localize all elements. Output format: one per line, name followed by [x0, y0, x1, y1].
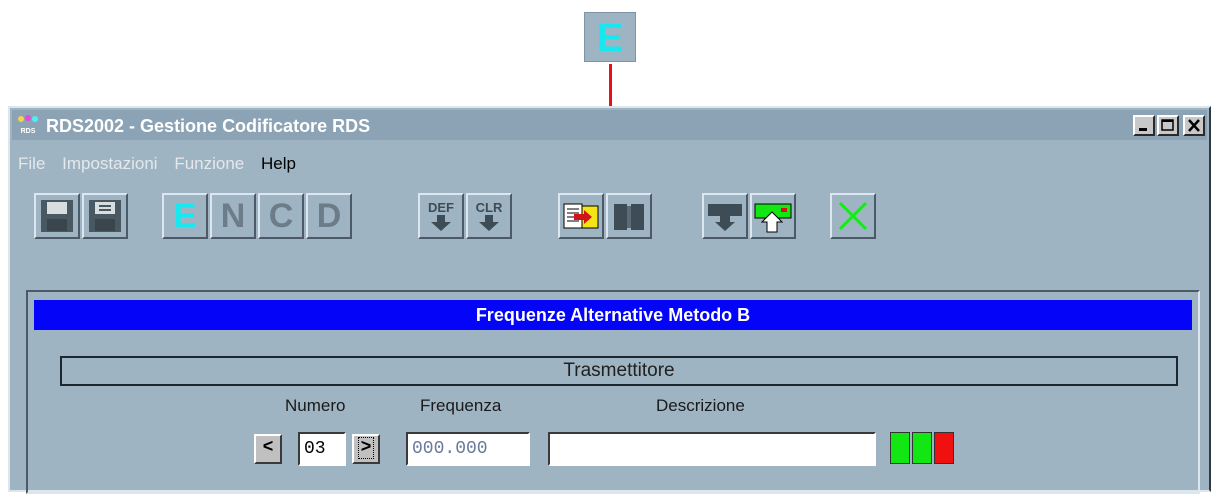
callout-letter-e: E: [596, 16, 624, 60]
mode-n-label: N: [220, 196, 246, 235]
clr-label: CLR: [475, 200, 503, 215]
exit-x-icon: [838, 201, 868, 231]
close-icon: [1188, 119, 1200, 132]
mode-e-label: E: [173, 196, 197, 235]
col-header-numero: Numero: [285, 396, 346, 415]
download-icon: [708, 204, 742, 231]
down-arrow-icon: [431, 215, 451, 231]
clr-button[interactable]: CLR: [466, 193, 512, 239]
import-data-icon: [563, 203, 599, 229]
mode-e-button[interactable]: E: [162, 193, 208, 239]
menu-funzione[interactable]: Funzione: [174, 154, 244, 173]
window-title: RDS2002 - Gestione Codificatore RDS: [46, 116, 371, 136]
save-button[interactable]: [34, 193, 80, 239]
app-window: RDS RDS2002 - Gestione Codificatore RDS …: [8, 106, 1211, 494]
trasmettitore-label: Trasmettitore: [60, 356, 1178, 386]
col-header-descrizione: Descrizione: [656, 396, 745, 415]
menu-help[interactable]: Help: [261, 154, 296, 173]
status-indicator-green-2: [912, 432, 932, 464]
next-number-button[interactable]: >: [352, 434, 380, 464]
svg-text:RDS: RDS: [21, 128, 36, 135]
upload-icon: [754, 203, 792, 233]
def-label: DEF: [428, 200, 454, 215]
toolbar: E N C D DEF CLR: [10, 188, 1210, 244]
prev-number-button[interactable]: <: [254, 434, 282, 464]
frequenze-panel: Frequenze Alternative Metodo B Trasmetti…: [26, 290, 1200, 494]
mode-c-button[interactable]: C: [258, 193, 304, 239]
floppy-disk-icon: [41, 200, 73, 232]
minimize-icon: [1139, 128, 1147, 131]
book-icon: [614, 204, 644, 230]
mode-n-button[interactable]: N: [210, 193, 256, 239]
save-as-button[interactable]: [82, 193, 128, 239]
mode-c-label: C: [268, 196, 294, 235]
menu-bar: File Impostazioni Funzione Help: [18, 154, 308, 174]
title-bar[interactable]: RDS RDS2002 - Gestione Codificatore RDS: [12, 110, 1207, 140]
mode-d-label: D: [316, 196, 342, 235]
def-button[interactable]: DEF: [418, 193, 464, 239]
next-label: >: [357, 437, 375, 459]
close-button[interactable]: [1183, 115, 1205, 136]
highlighted-e-button-callout: E: [584, 12, 636, 62]
import-button[interactable]: [558, 193, 604, 239]
upload-button[interactable]: [750, 193, 796, 239]
mode-d-button[interactable]: D: [306, 193, 352, 239]
maximize-button[interactable]: [1157, 115, 1179, 136]
down-arrow-icon: [479, 215, 499, 231]
exit-button[interactable]: [830, 193, 876, 239]
menu-impostazioni[interactable]: Impostazioni: [62, 154, 157, 173]
descrizione-field[interactable]: [548, 432, 876, 466]
panel-title: Frequenze Alternative Metodo B: [34, 300, 1192, 330]
prev-label: <: [262, 438, 274, 458]
book-button[interactable]: [606, 193, 652, 239]
status-indicator-green-1: [890, 432, 910, 464]
floppy-disk-icon: [89, 200, 121, 232]
numero-field[interactable]: 03: [298, 432, 346, 466]
col-header-frequenza: Frequenza: [420, 396, 502, 415]
minimize-button[interactable]: [1133, 115, 1155, 136]
status-indicator-red: [934, 432, 954, 464]
maximize-icon: [1161, 119, 1174, 131]
frequenza-field[interactable]: 000.000: [406, 432, 530, 466]
menu-file[interactable]: File: [18, 154, 45, 173]
download-button[interactable]: [702, 193, 748, 239]
rds-logo-icon: RDS: [16, 114, 40, 136]
